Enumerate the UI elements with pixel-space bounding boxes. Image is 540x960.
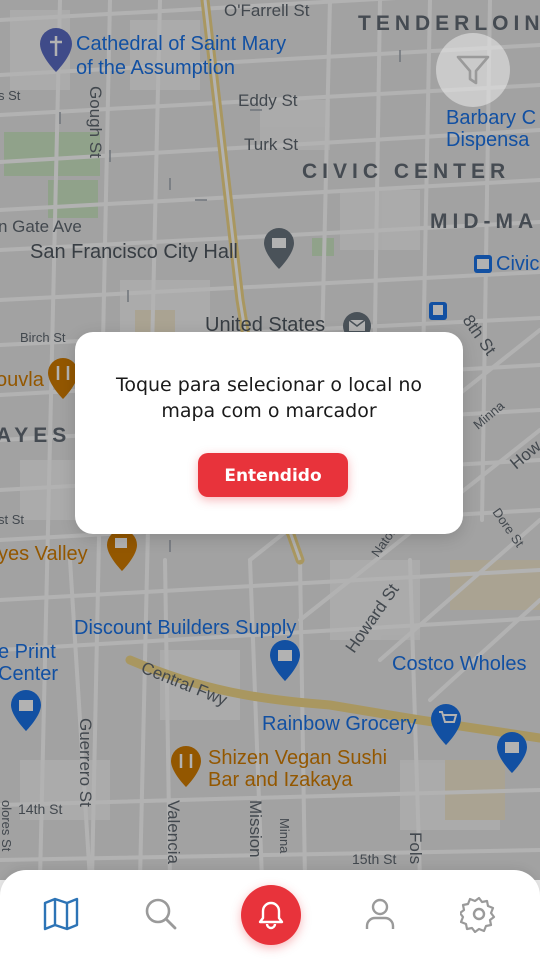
got-it-button[interactable]: Entendido bbox=[198, 453, 348, 497]
nav-profile[interactable] bbox=[360, 894, 400, 934]
filter-icon bbox=[456, 55, 490, 85]
nav-map[interactable] bbox=[41, 894, 81, 934]
nav-notifications[interactable] bbox=[241, 885, 301, 945]
map-icon bbox=[43, 897, 79, 931]
nav-settings[interactable] bbox=[459, 894, 499, 934]
instruction-dialog: Toque para selecionar o local no mapa co… bbox=[75, 332, 463, 534]
nav-search[interactable] bbox=[141, 894, 181, 934]
search-icon bbox=[145, 898, 177, 930]
user-icon bbox=[365, 898, 395, 929]
gear-icon bbox=[460, 896, 496, 933]
bottom-navigation bbox=[0, 870, 540, 960]
filter-button[interactable] bbox=[436, 33, 510, 107]
dialog-message: Toque para selecionar o local no mapa co… bbox=[115, 374, 423, 422]
bell-icon bbox=[258, 901, 284, 930]
